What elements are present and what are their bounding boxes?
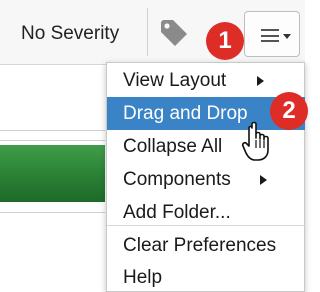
toolbar-divider <box>147 8 148 56</box>
toolbar: No Severity <box>0 0 305 65</box>
menu-divider <box>107 225 305 226</box>
caret-down-icon <box>283 34 291 39</box>
menu-item-label: Collapse All <box>123 136 223 157</box>
menu-item-clear-preferences[interactable]: Clear Preferences <box>107 229 305 262</box>
submenu-arrow-icon <box>260 175 267 185</box>
submenu-arrow-icon <box>257 76 264 86</box>
menu-item-label: Add Folder... <box>123 202 231 223</box>
severity-filter-button[interactable]: No Severity <box>11 10 148 58</box>
menu-item-components[interactable]: Components <box>107 163 305 196</box>
menu-item-view-layout[interactable]: View Layout <box>107 64 305 97</box>
hand-pointer-icon <box>240 120 276 164</box>
hamburger-menu-icon <box>261 29 279 42</box>
options-menu-button[interactable] <box>244 11 300 57</box>
menu-item-help[interactable]: Help <box>107 261 305 292</box>
background-green-bar <box>0 145 105 202</box>
menu-item-label: Help <box>123 267 163 288</box>
menu-item-label: Clear Preferences <box>123 235 277 256</box>
menu-item-label: View Layout <box>123 70 227 91</box>
background-divider <box>0 130 105 131</box>
tag-icon[interactable] <box>155 14 193 52</box>
step-badge-1: 1 <box>206 22 244 60</box>
menu-item-label: Drag and Drop <box>123 103 248 124</box>
background-divider <box>0 140 105 141</box>
background-divider <box>0 212 105 213</box>
menu-item-label: Components <box>123 169 231 190</box>
